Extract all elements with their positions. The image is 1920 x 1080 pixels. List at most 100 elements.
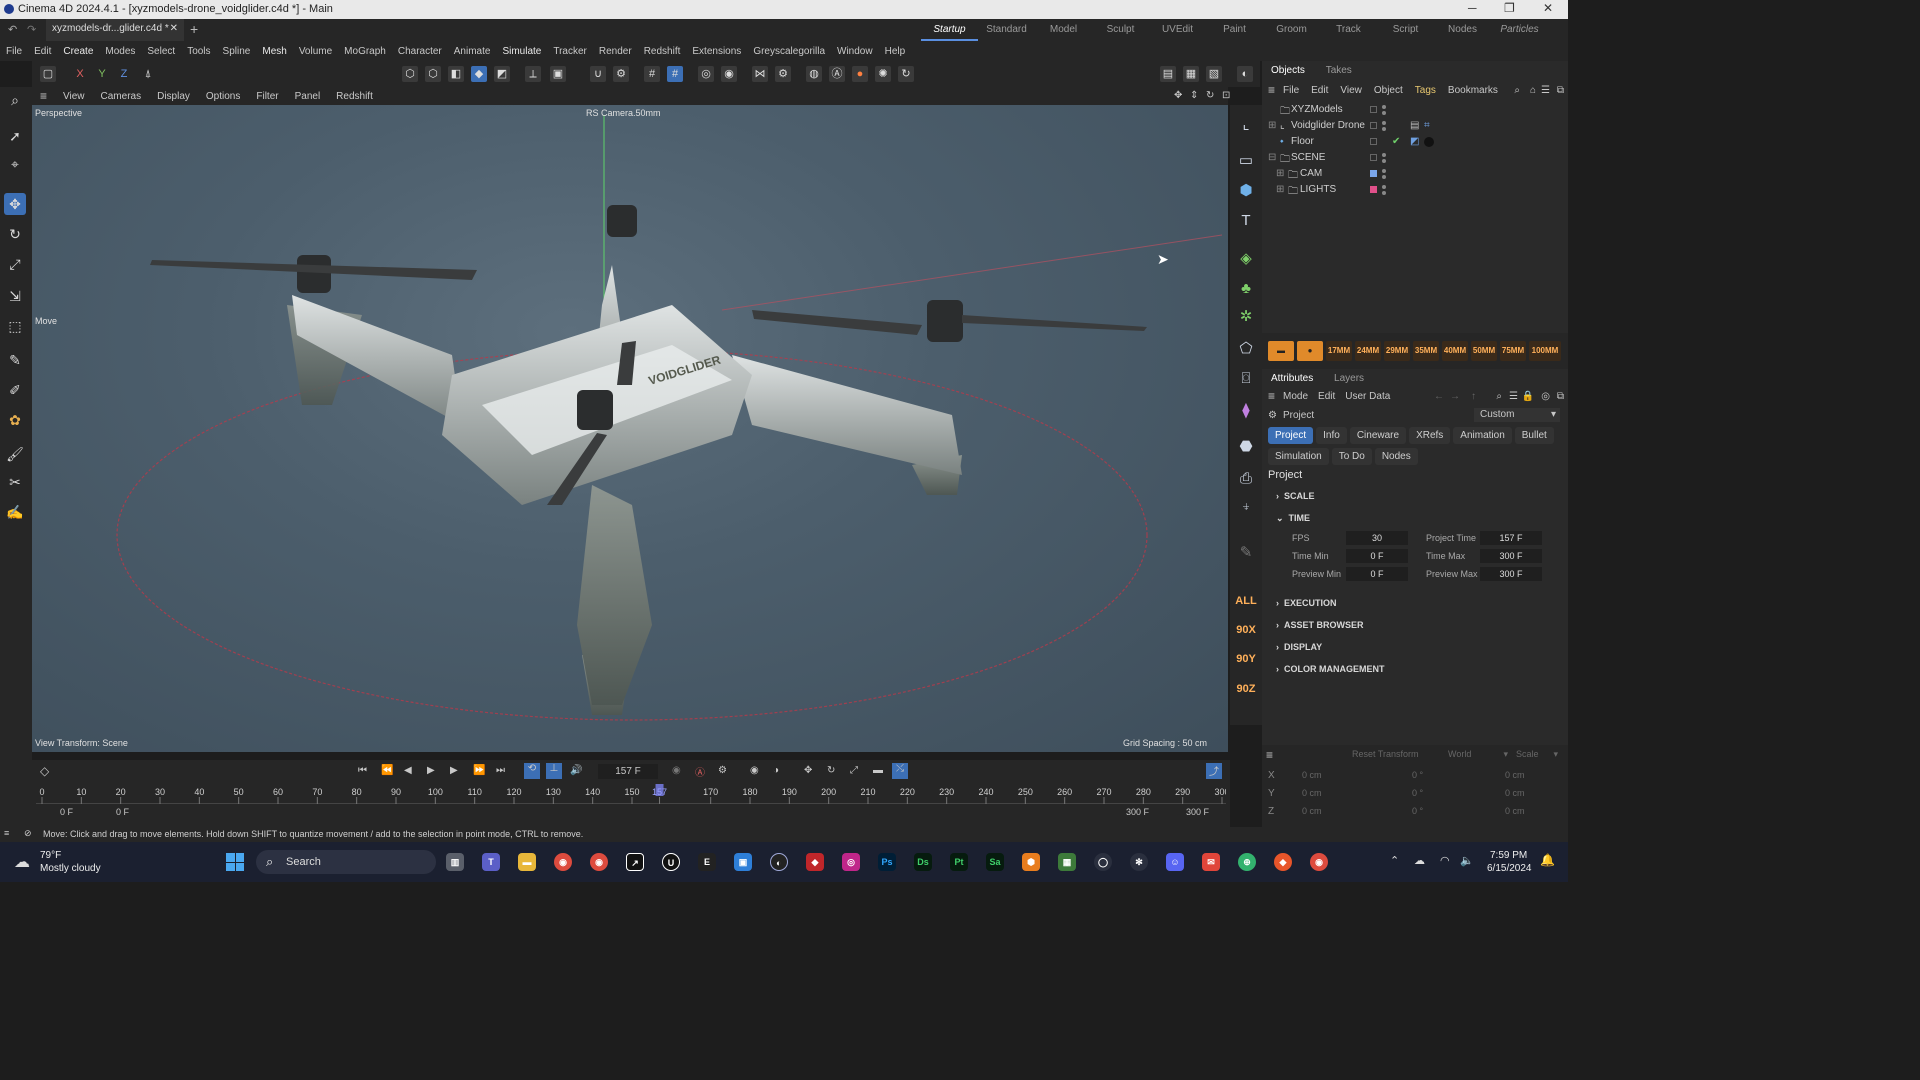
menu-modes[interactable]: Modes <box>99 46 141 57</box>
layout-uvedit[interactable]: UVEdit <box>1149 19 1206 41</box>
object-row-xyzmodels[interactable]: 🗀 XYZModels <box>1262 102 1568 118</box>
attributes-filter-icon[interactable]: ☰ <box>1509 391 1518 402</box>
object-mode-icon[interactable]: ▢ <box>40 66 56 82</box>
lens-17mm[interactable]: 17MM <box>1326 341 1352 361</box>
edit-icon[interactable]: ✎ <box>1234 541 1258 565</box>
menu-create[interactable]: Create <box>57 46 99 57</box>
chevron-up-icon[interactable]: ⌃ <box>1390 854 1399 867</box>
rotation-h-field[interactable]: 0 ° <box>1412 770 1423 780</box>
file-explorer-icon[interactable]: ▬ <box>518 853 536 871</box>
status-menu-icon[interactable]: ≡ <box>4 828 9 838</box>
grid-snap-icon[interactable]: # <box>644 66 660 82</box>
tab-nodes[interactable]: Nodes <box>1374 448 1418 465</box>
go-to-start-icon[interactable]: ⏮ <box>358 765 367 776</box>
null-object-icon[interactable]: ⌞ <box>1234 113 1258 137</box>
points-mode-icon[interactable]: ⬡ <box>402 66 418 82</box>
notifications-bell-icon[interactable]: 🔔 <box>1540 853 1555 867</box>
section-scale[interactable]: › SCALE <box>1276 491 1315 501</box>
position-y-field[interactable]: 0 cm <box>1302 788 1322 798</box>
weather-icon[interactable]: ☁ <box>14 852 30 872</box>
previous-key-icon[interactable]: ⏪ <box>381 765 393 776</box>
size-x-field[interactable]: 0 cm <box>1505 770 1525 780</box>
collapse-icon[interactable]: ⊟ <box>1268 152 1276 163</box>
menu-redshift[interactable]: Redshift <box>638 46 687 57</box>
material-tag-icon[interactable] <box>1424 137 1434 147</box>
lens-29mm[interactable]: 29MM <box>1384 341 1410 361</box>
timeline-start-field[interactable]: 0 F <box>60 807 73 817</box>
cloner-icon[interactable]: ♣ <box>1234 277 1258 301</box>
objects-menu-icon[interactable]: ≡ <box>1268 83 1275 97</box>
timeline-end-field[interactable]: 300 F <box>1186 807 1209 817</box>
compositing-tag-icon[interactable]: ◩ <box>1410 136 1419 147</box>
lens-75mm[interactable]: 75MM <box>1500 341 1526 361</box>
environment-icon[interactable]: ⬣ <box>1234 435 1258 459</box>
expand-icon[interactable]: ⊞ <box>1276 184 1284 195</box>
key-rotation-icon[interactable]: ◑ <box>773 765 779 776</box>
range-icon[interactable]: ⊥ <box>546 763 562 779</box>
discord-icon[interactable]: ☺ <box>1166 853 1184 871</box>
close-button[interactable]: ✕ <box>1543 1 1553 15</box>
wifi-icon[interactable]: ◠ <box>1440 854 1450 867</box>
rotation-p-field[interactable]: 0 ° <box>1412 788 1423 798</box>
expand-icon[interactable]: ⊞ <box>1276 168 1284 179</box>
objects-search-icon[interactable]: ⌕ <box>1514 85 1520 96</box>
live-selection-icon[interactable]: ⌖ <box>4 153 26 175</box>
up-arrow-icon[interactable]: ↑ <box>1471 391 1476 402</box>
blue-app-icon[interactable]: ▣ <box>734 853 752 871</box>
expand-icon[interactable]: ⊞ <box>1268 120 1276 131</box>
sampler-icon[interactable]: Sa <box>986 853 1004 871</box>
menu-mograph[interactable]: MoGraph <box>338 46 392 57</box>
keyframe-selection-icon[interactable]: ⚙ <box>718 765 727 776</box>
viewport-menu-options[interactable]: Options <box>198 91 248 102</box>
display-tag-icon[interactable]: ▤ <box>1410 120 1419 131</box>
forward-arrow-icon[interactable]: → <box>1450 391 1460 402</box>
section-asset-browser[interactable]: › ASSET BROWSER <box>1276 620 1364 630</box>
painter-icon[interactable]: Pt <box>950 853 968 871</box>
orange-app-icon[interactable]: ◆ <box>1274 853 1292 871</box>
world-dropdown[interactable]: World ▾ <box>1448 749 1508 759</box>
layer-color-swatch[interactable] <box>1370 186 1377 193</box>
position-z-field[interactable]: 0 cm <box>1302 806 1322 816</box>
menu-spline[interactable]: Spline <box>217 46 257 57</box>
person-preset-icon[interactable]: ● <box>1297 341 1323 361</box>
viewport-menu-icon[interactable]: ≡ <box>32 89 55 103</box>
menu-simulate[interactable]: Simulate <box>496 46 547 57</box>
menu-edit[interactable]: Edit <box>28 46 57 57</box>
redshift-asset-icon[interactable]: Ⓐ <box>829 66 845 82</box>
edges-mode-icon[interactable]: ⬡ <box>425 66 441 82</box>
z-axis-lock[interactable]: Z <box>116 66 132 82</box>
visibility-toggle[interactable] <box>1370 106 1377 113</box>
workplane-snap-icon[interactable]: # <box>667 66 683 82</box>
motion-system-icon[interactable]: ▬ <box>873 765 883 776</box>
attributes-menu-mode[interactable]: Mode <box>1283 391 1308 402</box>
menu-window[interactable]: Window <box>831 46 879 57</box>
taskbar-date[interactable]: 6/15/2024 <box>1487 863 1532 874</box>
size-z-field[interactable]: 0 cm <box>1505 806 1525 816</box>
visibility-toggle[interactable] <box>1370 122 1377 129</box>
deformer-icon[interactable]: ✲ <box>1234 305 1258 329</box>
preset-dropdown[interactable]: Custom ▾ <box>1474 408 1560 422</box>
tab-to-do[interactable]: To Do <box>1331 448 1372 465</box>
previous-frame-icon[interactable]: ◀ <box>404 765 412 776</box>
menu-tracker[interactable]: Tracker <box>547 46 593 57</box>
layout-script[interactable]: Script <box>1377 19 1434 41</box>
record-icon[interactable]: ◉ <box>672 765 681 776</box>
scale-dropdown[interactable]: Scale ▾ <box>1516 749 1558 759</box>
menu-help[interactable]: Help <box>879 46 912 57</box>
redshift-ipr-icon[interactable]: ● <box>852 66 868 82</box>
time-min-field[interactable]: 0 F <box>1346 549 1408 563</box>
rotate-90y-button[interactable]: 90Y <box>1234 647 1258 671</box>
preview-end-field[interactable]: 300 F <box>1126 807 1149 817</box>
section-color-management[interactable]: › COLOR MANAGEMENT <box>1276 664 1385 674</box>
time-max-field[interactable]: 300 F <box>1480 549 1542 563</box>
rotate-90z-button[interactable]: 90Z <box>1234 677 1258 701</box>
objects-menu-object[interactable]: Object <box>1374 85 1403 96</box>
polygons-mode-icon[interactable]: ◧ <box>448 66 464 82</box>
viewport-label[interactable]: Perspective <box>35 108 82 118</box>
blender-icon[interactable]: ⬢ <box>1022 853 1040 871</box>
layout-sculpt[interactable]: Sculpt <box>1092 19 1149 41</box>
green-app-icon[interactable]: ⊕ <box>1238 853 1256 871</box>
autokey-icon[interactable]: Ⓐ <box>695 764 705 779</box>
tab-attributes[interactable]: Attributes <box>1262 369 1322 388</box>
object-row-cam[interactable]: ⊞ 🗀 CAM <box>1262 166 1568 182</box>
